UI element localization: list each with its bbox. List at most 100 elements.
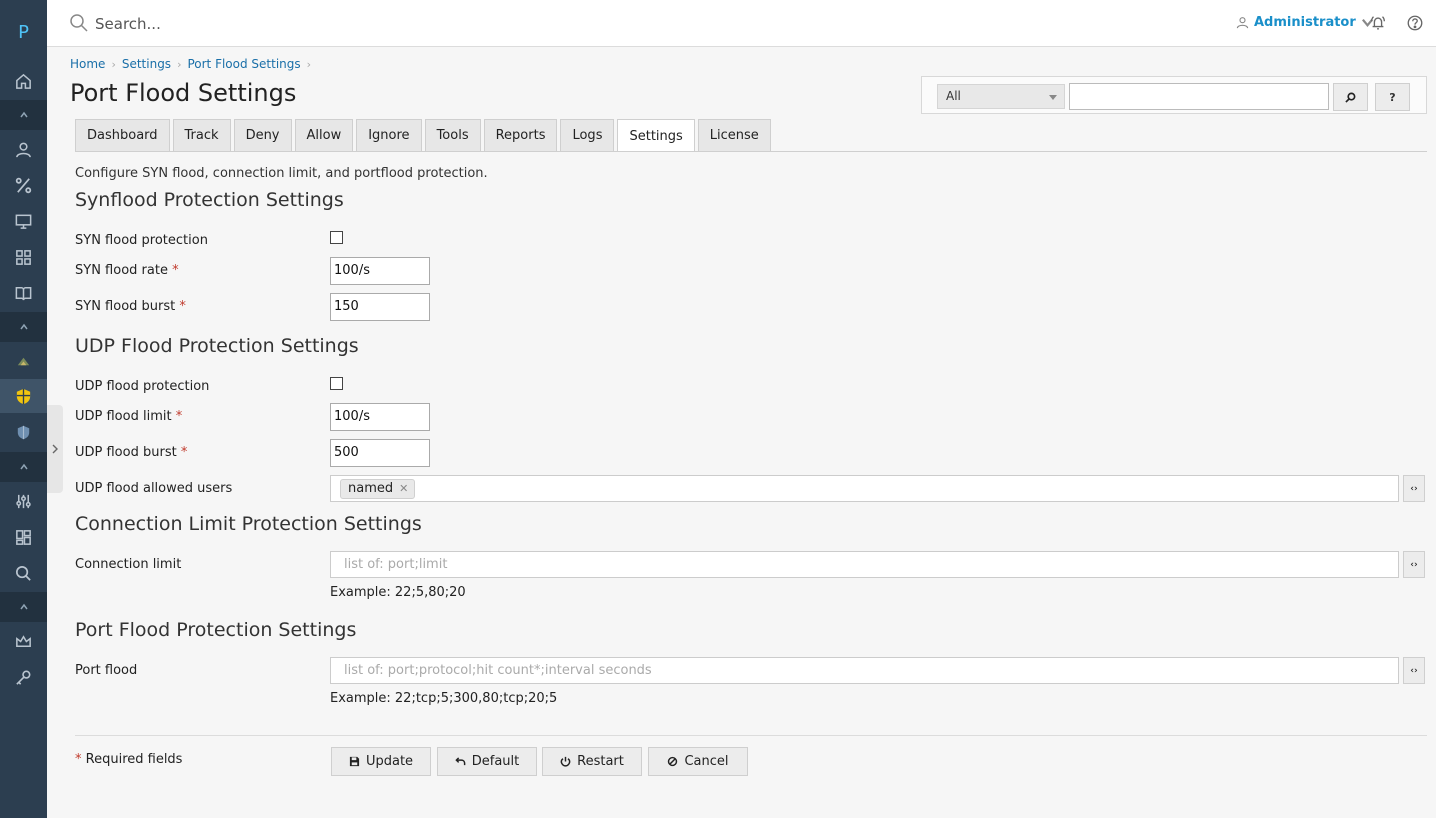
page-title: Port Flood Settings (70, 79, 297, 107)
breadcrumb-settings[interactable]: Settings (122, 57, 171, 71)
required-star: * (180, 445, 188, 460)
update-button[interactable]: Update (331, 747, 431, 776)
default-button-label: Default (471, 754, 520, 769)
global-search-input[interactable] (95, 12, 395, 36)
tab-allow[interactable]: Allow (294, 119, 354, 151)
user-name: Administrator (1254, 15, 1356, 30)
filter-search-button[interactable] (1333, 83, 1368, 111)
filter-box: All ? (921, 76, 1427, 114)
tab-ignore[interactable]: Ignore (356, 119, 422, 151)
portflood-toggle-button[interactable]: ‹› (1403, 657, 1425, 684)
shield-icon[interactable] (0, 379, 47, 413)
ban-icon (668, 756, 678, 767)
zoom-search-icon[interactable] (0, 556, 47, 590)
filter-select[interactable]: All (937, 84, 1065, 109)
magnifier-icon (1345, 92, 1356, 103)
udp-burst-input[interactable]: 500 (330, 439, 430, 467)
syn-rate-label-text: SYN flood rate (75, 263, 168, 278)
top-header: Administrator (47, 0, 1436, 47)
filter-help-button[interactable]: ? (1375, 83, 1410, 111)
collapse-section-icon[interactable] (0, 592, 47, 622)
breadcrumb-home[interactable]: Home (70, 57, 105, 71)
tab-logs[interactable]: Logs (560, 119, 615, 151)
default-button[interactable]: Default (437, 747, 537, 776)
help-icon[interactable] (1406, 14, 1424, 32)
udp-limit-label: UDP flood limit * (75, 409, 182, 424)
user-icon[interactable] (0, 132, 47, 166)
app-logo[interactable]: P (0, 0, 47, 64)
connlimit-toggle-button[interactable]: ‹› (1403, 551, 1425, 578)
restart-button[interactable]: Restart (542, 747, 642, 776)
sidebar: P (0, 0, 47, 818)
update-button-label: Update (365, 754, 414, 769)
caret-down-icon (1049, 95, 1057, 100)
required-star: * (179, 299, 186, 314)
restart-button-label: Restart (577, 754, 624, 769)
key-icon[interactable] (0, 660, 47, 694)
udp-users-toggle-button[interactable]: ‹› (1403, 475, 1425, 502)
udp-burst-label-text: UDP flood burst (75, 445, 177, 460)
udp-limit-label-text: UDP flood limit (75, 409, 172, 424)
syn-protection-label: SYN flood protection (75, 233, 208, 248)
required-fields-text: Required fields (85, 752, 183, 767)
connlimit-label: Connection limit (75, 557, 182, 572)
filter-select-value: All (946, 89, 961, 103)
collapse-section-icon[interactable] (0, 312, 47, 342)
syn-burst-input[interactable]: 150 (330, 293, 430, 321)
percent-icon[interactable] (0, 168, 47, 202)
tab-deny[interactable]: Deny (233, 119, 292, 151)
syn-rate-input[interactable]: 100/s (330, 257, 430, 285)
page-description: Configure SYN flood, connection limit, a… (75, 166, 488, 181)
connlimit-input[interactable]: list of: port;limit (330, 551, 1399, 578)
sliders-icon[interactable] (0, 484, 47, 518)
collapse-section-icon[interactable] (0, 100, 47, 130)
collapse-section-icon[interactable] (0, 452, 47, 482)
tab-reports[interactable]: Reports (483, 119, 558, 151)
connlimit-heading: Connection Limit Protection Settings (75, 513, 422, 535)
code-toggle-icon: ‹› (1410, 559, 1418, 570)
udp-protection-label: UDP flood protection (75, 379, 210, 394)
crown-icon[interactable] (0, 624, 47, 658)
udpflood-heading: UDP Flood Protection Settings (75, 335, 359, 357)
tab-dashboard[interactable]: Dashboard (75, 119, 170, 151)
portflood-heading: Port Flood Protection Settings (75, 619, 357, 641)
tab-settings[interactable]: Settings (617, 119, 695, 152)
tab-bar: Dashboard Track Deny Allow Ignore Tools … (75, 119, 771, 152)
dashboard-blocks-icon[interactable] (0, 520, 47, 554)
cancel-button[interactable]: Cancel (648, 747, 748, 776)
breadcrumb-port-flood-settings[interactable]: Port Flood Settings (187, 57, 300, 71)
udp-protection-checkbox[interactable] (330, 377, 343, 390)
search-icon (70, 14, 88, 32)
connlimit-placeholder: list of: port;limit (344, 557, 448, 572)
breadcrumb-separator-icon: › (177, 57, 182, 71)
udp-users-tag-input[interactable]: named ✕ (330, 475, 1399, 502)
portflood-example: Example: 22;tcp;5;300,80;tcp;20;5 (330, 691, 558, 706)
tab-license[interactable]: License (697, 119, 771, 151)
tab-tools[interactable]: Tools (424, 119, 481, 151)
home-icon[interactable] (0, 64, 47, 98)
notifications-icon[interactable] (1369, 14, 1387, 32)
flood-plugin-icon[interactable] (0, 344, 47, 378)
tab-track[interactable]: Track (172, 119, 231, 151)
user-tag: named ✕ (340, 479, 416, 499)
udp-limit-input[interactable]: 100/s (330, 403, 430, 431)
code-toggle-icon: ‹› (1410, 665, 1418, 676)
filter-search-input[interactable] (1069, 83, 1329, 110)
remove-tag-icon[interactable]: ✕ (399, 480, 408, 498)
save-icon (349, 756, 360, 767)
syn-protection-checkbox[interactable] (330, 231, 343, 244)
book-icon[interactable] (0, 276, 47, 310)
connlimit-example: Example: 22;5,80;20 (330, 585, 466, 600)
tab-divider (75, 151, 1427, 152)
monitor-icon[interactable] (0, 204, 47, 238)
syn-burst-label: SYN flood burst * (75, 299, 186, 314)
cancel-button-label: Cancel (684, 754, 729, 769)
apps-grid-icon[interactable] (0, 240, 47, 274)
power-icon (560, 756, 571, 767)
portflood-input[interactable]: list of: port;protocol;hit count*;interv… (330, 657, 1399, 684)
user-menu[interactable]: Administrator (1236, 15, 1374, 30)
shield-blue-icon[interactable] (0, 415, 47, 449)
user-tag-label: named (348, 481, 394, 496)
breadcrumb: Home › Settings › Port Flood Settings › (70, 57, 313, 71)
undo-icon (455, 757, 466, 766)
